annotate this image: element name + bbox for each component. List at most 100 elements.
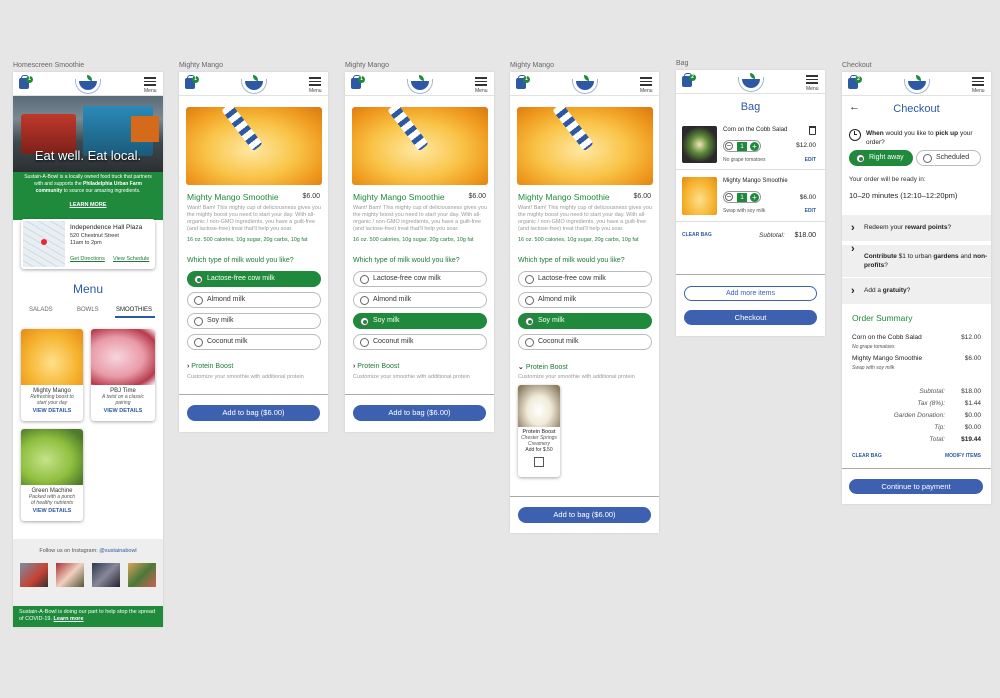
sustain-a-bowl-logo[interactable] bbox=[571, 75, 598, 94]
edit-link[interactable]: EDIT bbox=[805, 157, 816, 163]
app-header: 2 Menu bbox=[842, 72, 991, 96]
shopping-bag-icon[interactable]: 2 bbox=[848, 75, 862, 89]
tab-salads[interactable]: SALADS bbox=[29, 307, 53, 313]
sustain-a-bowl-logo[interactable] bbox=[406, 75, 433, 94]
minus-icon[interactable]: − bbox=[725, 142, 733, 150]
milk-option-soy[interactable]: Soy milk bbox=[187, 313, 321, 329]
menu-label: Menu bbox=[144, 87, 157, 94]
minus-icon[interactable]: − bbox=[725, 193, 733, 201]
sustain-a-bowl-logo[interactable] bbox=[75, 75, 101, 94]
totals-row: Total: $19.44 bbox=[929, 436, 981, 443]
instagram-photo[interactable] bbox=[92, 563, 120, 587]
boost-checkbox[interactable] bbox=[534, 457, 544, 467]
sustain-a-bowl-logo[interactable] bbox=[240, 75, 267, 94]
bottom-divider bbox=[345, 394, 494, 395]
continue-to-payment-button[interactable]: Continue to payment bbox=[849, 479, 983, 494]
instagram-photo[interactable] bbox=[128, 563, 156, 587]
clear-bag-link[interactable]: CLEAR BAG bbox=[682, 232, 712, 238]
right-away-option[interactable]: Right away bbox=[849, 150, 913, 166]
trash-icon[interactable] bbox=[809, 126, 816, 135]
shopping-bag-icon[interactable]: 1 bbox=[351, 75, 365, 89]
hamburger-menu-icon[interactable]: Menu bbox=[309, 77, 322, 94]
gratuity-row[interactable]: Add a gratuity? bbox=[842, 278, 991, 304]
learn-more-link[interactable]: LEARN MORE bbox=[23, 202, 153, 208]
shopping-bag-icon[interactable]: 1 bbox=[185, 75, 199, 89]
instagram-photo[interactable] bbox=[56, 563, 84, 587]
scheduled-option[interactable]: Scheduled bbox=[916, 150, 981, 166]
tab-bowls[interactable]: BOWLS bbox=[77, 307, 99, 313]
plus-icon[interactable]: + bbox=[750, 193, 759, 202]
hamburger-menu-icon[interactable]: Menu bbox=[972, 77, 985, 94]
menu-label: Menu bbox=[806, 85, 819, 92]
protein-boost-toggle[interactable]: › Protein Boost bbox=[353, 363, 399, 370]
view-schedule-link[interactable]: View Schedule bbox=[113, 256, 149, 262]
milk-option-lactose-free[interactable]: Lactose-free cow milk bbox=[518, 271, 652, 287]
menu-item-card[interactable]: PBJ Time A twist on a classic pairing VI… bbox=[91, 329, 155, 421]
frame-label: Mighty Mango bbox=[179, 62, 223, 69]
ready-label: Your order will be ready in: bbox=[849, 176, 926, 183]
tab-smoothies[interactable]: SMOOTHIES bbox=[116, 307, 152, 313]
quantity-stepper[interactable]: −1 + bbox=[723, 191, 761, 203]
modify-items-link[interactable]: MODIFY ITEMS bbox=[945, 453, 981, 459]
menu-label: Menu bbox=[972, 87, 985, 94]
shopping-bag-icon[interactable]: 2 bbox=[682, 73, 696, 87]
boost-price: Add for $.50 bbox=[525, 447, 553, 453]
view-details-link[interactable]: VIEW DETAILS bbox=[91, 408, 155, 414]
hamburger-menu-icon[interactable]: Menu bbox=[640, 77, 653, 94]
milk-option-lactose-free[interactable]: Lactose-free cow milk bbox=[187, 271, 321, 287]
add-more-items-button[interactable]: Add more items bbox=[684, 286, 817, 301]
bag-count-badge: 2 bbox=[855, 76, 862, 83]
frame-label: Homescreen Smoothie bbox=[13, 62, 85, 69]
menu-item-card[interactable]: Green Machine Packed with a punch of hea… bbox=[21, 429, 83, 521]
milk-option-almond[interactable]: Almond milk bbox=[187, 292, 321, 308]
quantity-stepper[interactable]: −1 + bbox=[723, 140, 761, 152]
milk-option-soy[interactable]: Soy milk bbox=[518, 313, 652, 329]
add-to-bag-button[interactable]: Add to bag ($6.00) bbox=[187, 405, 320, 421]
add-to-bag-button[interactable]: Add to bag ($6.00) bbox=[353, 405, 486, 421]
protein-boost-card[interactable]: Protein Boost Chester Springs Creamery A… bbox=[518, 385, 560, 477]
green-machine-image bbox=[21, 429, 83, 485]
milk-option-almond[interactable]: Almond milk bbox=[353, 292, 487, 308]
sustain-a-bowl-logo[interactable] bbox=[737, 73, 764, 92]
get-directions-link[interactable]: Get Directions bbox=[70, 256, 105, 262]
hamburger-menu-icon[interactable]: Menu bbox=[806, 75, 819, 92]
summary-title: Order Summary bbox=[852, 313, 913, 323]
product-screen: 1 Menu Mighty Mango Smoothie $6.00 Want!… bbox=[179, 72, 328, 432]
shopping-bag-icon[interactable]: 1 bbox=[19, 75, 33, 89]
frame-label: Bag bbox=[676, 60, 689, 67]
reward-points-row[interactable]: Redeem your reward points? bbox=[842, 215, 991, 241]
view-details-link[interactable]: VIEW DETAILS bbox=[21, 408, 83, 414]
milk-option-lactose-free[interactable]: Lactose-free cow milk bbox=[353, 271, 487, 287]
view-details-link[interactable]: VIEW DETAILS bbox=[21, 508, 83, 514]
location-address: 520 Chestnut Street bbox=[70, 233, 119, 239]
milk-option-coconut[interactable]: Coconut milk bbox=[187, 334, 321, 350]
instagram-handle-link[interactable]: @sustainabowl bbox=[99, 548, 136, 554]
edit-link[interactable]: EDIT bbox=[805, 208, 816, 214]
milk-option-soy[interactable]: Soy milk bbox=[353, 313, 487, 329]
milk-question: Which type of milk would you like? bbox=[187, 257, 294, 264]
protein-boost-toggle[interactable]: ⌄ Protein Boost bbox=[518, 363, 568, 371]
milk-option-coconut[interactable]: Coconut milk bbox=[353, 334, 487, 350]
hamburger-menu-icon[interactable]: Menu bbox=[475, 77, 488, 94]
milk-option-almond[interactable]: Almond milk bbox=[518, 292, 652, 308]
clear-bag-link[interactable]: CLEAR BAG bbox=[852, 453, 882, 459]
shopping-bag-icon[interactable]: 1 bbox=[516, 75, 530, 89]
frame-label: Mighty Mango bbox=[510, 62, 554, 69]
summary-item-note: Swap with soy milk bbox=[852, 365, 895, 371]
instagram-photo[interactable] bbox=[20, 563, 48, 587]
protein-boost-toggle[interactable]: › Protein Boost bbox=[187, 363, 233, 370]
menu-item-card[interactable]: Mighty Mango Refreshing boost to start y… bbox=[21, 329, 83, 421]
menu-title: Menu bbox=[72, 282, 104, 296]
menu-label: Menu bbox=[475, 87, 488, 94]
milk-option-coconut[interactable]: Coconut milk bbox=[518, 334, 652, 350]
plus-icon[interactable]: + bbox=[750, 142, 759, 151]
bag-count-badge: 1 bbox=[358, 76, 365, 83]
checkout-button[interactable]: Checkout bbox=[684, 310, 817, 325]
product-screen: 1 Menu Mighty Mango Smoothie $6.00 Want!… bbox=[345, 72, 494, 432]
hamburger-menu-icon[interactable]: Menu bbox=[144, 77, 157, 94]
add-to-bag-button[interactable]: Add to bag ($6.00) bbox=[518, 507, 651, 523]
learn-more-covid-link[interactable]: Learn more bbox=[54, 616, 84, 622]
sustain-a-bowl-logo[interactable] bbox=[903, 75, 930, 94]
covid-footer: Sustain-A-Bowl is doing our part to help… bbox=[13, 606, 163, 627]
contribute-row[interactable]: Contribute $1 to urban gardens and non-p… bbox=[842, 245, 991, 277]
